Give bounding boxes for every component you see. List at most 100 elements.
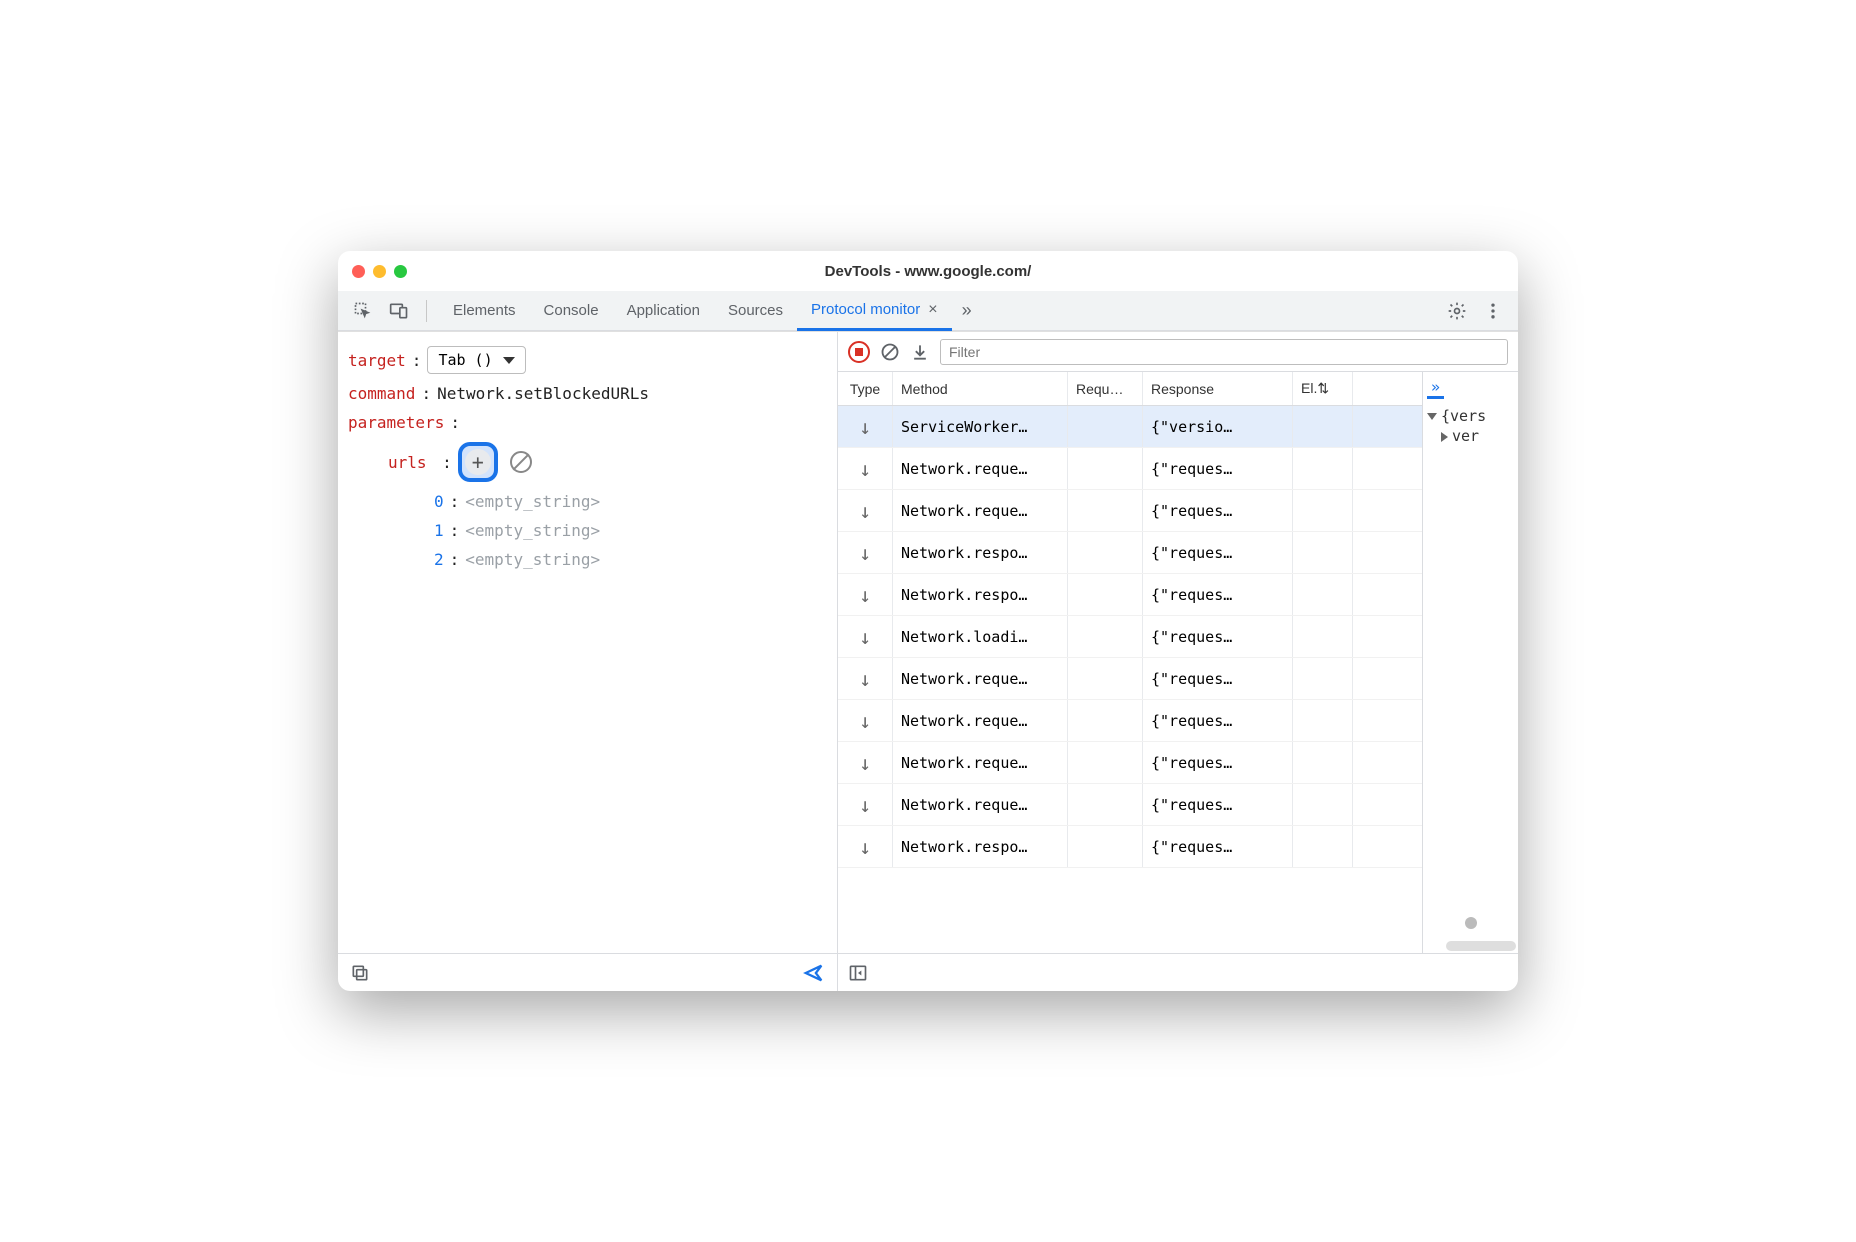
maximize-window-button[interactable]	[394, 265, 407, 278]
add-url-button[interactable]: +	[458, 442, 498, 482]
cell-elapsed	[1293, 826, 1353, 867]
close-window-button[interactable]	[352, 265, 365, 278]
cell-request	[1068, 616, 1143, 657]
tab-sources[interactable]: Sources	[714, 291, 797, 331]
clear-button[interactable]	[880, 342, 900, 362]
table-row[interactable]: ↓ Network.reque… {"reques…	[838, 784, 1422, 826]
col-request[interactable]: Requ…	[1068, 372, 1143, 405]
toggle-sidebar-icon[interactable]	[848, 963, 868, 983]
close-tab-icon[interactable]: ×	[928, 301, 937, 319]
tab-label: Protocol monitor	[811, 301, 920, 318]
arrow-down-icon: ↓	[859, 499, 871, 523]
tree-root[interactable]: {vers	[1427, 407, 1514, 425]
copy-command-icon[interactable]	[350, 963, 370, 983]
plus-icon: +	[465, 449, 491, 475]
command-key: command	[348, 384, 415, 403]
title-bar: DevTools - www.google.com/	[338, 251, 1518, 291]
cell-request	[1068, 490, 1143, 531]
entry-index: 0	[434, 492, 444, 511]
cell-type: ↓	[838, 406, 893, 447]
horizontal-scrollbar[interactable]	[1446, 941, 1516, 951]
table-row[interactable]: ↓ ServiceWorker… {"versio…	[838, 406, 1422, 448]
more-tabs-button[interactable]: »	[952, 300, 982, 321]
col-method[interactable]: Method	[893, 372, 1068, 405]
clear-urls-button[interactable]	[510, 451, 532, 473]
arrow-down-icon: ↓	[859, 457, 871, 481]
cell-type: ↓	[838, 532, 893, 573]
table-row[interactable]: ↓ Network.reque… {"reques…	[838, 742, 1422, 784]
table-row[interactable]: ↓ Network.reque… {"reques…	[838, 490, 1422, 532]
url-entry[interactable]: 1 : <empty_string>	[348, 521, 827, 540]
cell-response: {"reques…	[1143, 448, 1293, 489]
device-toggle-icon[interactable]	[384, 296, 414, 326]
record-button[interactable]	[848, 341, 870, 363]
arrow-down-icon: ↓	[859, 751, 871, 775]
tree-more-button[interactable]: »	[1427, 378, 1444, 399]
col-type[interactable]: Type	[838, 372, 893, 405]
main-toolbar: Elements Console Application Sources Pro…	[338, 291, 1518, 331]
target-value: Tab ()	[438, 351, 492, 369]
cell-method: Network.respo…	[893, 532, 1068, 573]
cell-method: Network.reque…	[893, 490, 1068, 531]
table-row[interactable]: ↓ Network.loadi… {"reques…	[838, 616, 1422, 658]
tab-application[interactable]: Application	[613, 291, 714, 331]
tab-label: Application	[627, 302, 700, 319]
entry-value: <empty_string>	[465, 492, 600, 511]
arrow-down-icon: ↓	[859, 415, 871, 439]
table-row[interactable]: ↓ Network.respo… {"reques…	[838, 574, 1422, 616]
url-entry[interactable]: 0 : <empty_string>	[348, 492, 827, 511]
minimize-window-button[interactable]	[373, 265, 386, 278]
settings-icon[interactable]	[1442, 296, 1472, 326]
cell-response: {"reques…	[1143, 616, 1293, 657]
arrow-down-icon: ↓	[859, 709, 871, 733]
tab-protocol-monitor[interactable]: Protocol monitor ×	[797, 291, 952, 331]
entry-value: <empty_string>	[465, 550, 600, 569]
urls-row: urls : +	[348, 442, 827, 482]
more-menu-icon[interactable]	[1478, 296, 1508, 326]
table-body[interactable]: ↓ ServiceWorker… {"versio… ↓ Network.req…	[838, 406, 1422, 953]
col-elapsed[interactable]: El.⇅	[1293, 372, 1353, 405]
table-row[interactable]: ↓ Network.reque… {"reques…	[838, 658, 1422, 700]
table-row[interactable]: ↓ Network.respo… {"reques…	[838, 826, 1422, 868]
cell-response: {"reques…	[1143, 784, 1293, 825]
arrow-down-icon: ↓	[859, 835, 871, 859]
cell-request	[1068, 448, 1143, 489]
entry-value: <empty_string>	[465, 521, 600, 540]
target-select[interactable]: Tab ()	[427, 346, 525, 374]
tab-elements[interactable]: Elements	[439, 291, 530, 331]
col-response[interactable]: Response	[1143, 372, 1293, 405]
cell-type: ↓	[838, 826, 893, 867]
table-row[interactable]: ↓ Network.reque… {"reques…	[838, 700, 1422, 742]
cell-elapsed	[1293, 742, 1353, 783]
cell-elapsed	[1293, 406, 1353, 447]
cell-request	[1068, 406, 1143, 447]
cell-response: {"reques…	[1143, 700, 1293, 741]
parameters-key: parameters	[348, 413, 444, 432]
monitor-body: Type Method Requ… Response El.⇅ ↓ Servic…	[838, 372, 1518, 953]
cell-request	[1068, 826, 1143, 867]
parameters-row: parameters:	[348, 413, 827, 432]
arrow-down-icon: ↓	[859, 667, 871, 691]
cell-method: Network.loadi…	[893, 616, 1068, 657]
tab-strip: Elements Console Application Sources Pro…	[439, 291, 1436, 331]
save-button[interactable]	[910, 342, 930, 362]
cell-response: {"reques…	[1143, 532, 1293, 573]
cell-request	[1068, 574, 1143, 615]
send-command-button[interactable]	[803, 962, 825, 984]
table-row[interactable]: ↓ Network.reque… {"reques…	[838, 448, 1422, 490]
detail-tree-panel: » {vers ver	[1423, 372, 1518, 953]
tab-label: Elements	[453, 302, 516, 319]
inspect-icon[interactable]	[348, 296, 378, 326]
table-row[interactable]: ↓ Network.respo… {"reques…	[838, 532, 1422, 574]
tab-console[interactable]: Console	[530, 291, 613, 331]
cell-method: Network.reque…	[893, 658, 1068, 699]
tab-label: Console	[544, 302, 599, 319]
cell-request	[1068, 658, 1143, 699]
cell-type: ↓	[838, 574, 893, 615]
filter-input[interactable]	[940, 339, 1508, 365]
cell-method: Network.reque…	[893, 700, 1068, 741]
url-entry[interactable]: 2 : <empty_string>	[348, 550, 827, 569]
tree-child[interactable]: ver	[1427, 427, 1514, 445]
url-entries: 0 : <empty_string> 1 : <empty_string> 2 : …	[348, 492, 827, 569]
command-value: Network.setBlockedURLs	[437, 384, 649, 403]
